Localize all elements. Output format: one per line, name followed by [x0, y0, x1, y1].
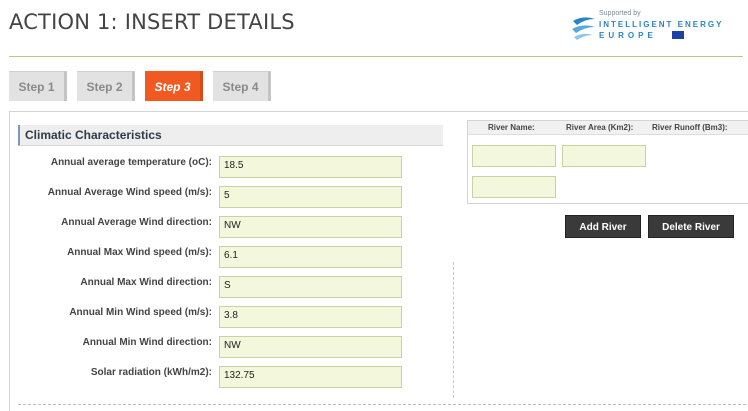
river-table-header: River Name: River Area (Km2): River Runo…	[468, 121, 748, 135]
river-name-cell[interactable]	[472, 145, 556, 167]
river-name-cell[interactable]	[472, 176, 556, 198]
solar-radiation-label: Solar radiation (kWh/m2):	[90, 367, 212, 378]
add-river-button[interactable]: Add River	[565, 215, 641, 238]
logo-supported-text: Supported by	[599, 10, 641, 17]
details-panel: Climatic Characteristics Annual average …	[9, 111, 748, 411]
logo-line2: EUROPE	[599, 31, 657, 40]
climatic-section-title: Climatic Characteristics	[25, 128, 162, 142]
min-wind-direction-input[interactable]: NW	[219, 336, 402, 358]
page-header: ACTION 1: INSERT DETAILS Supported by IN…	[0, 0, 748, 58]
avg-temperature-input[interactable]: 18.5	[219, 156, 402, 178]
logo-swirl-icon	[572, 17, 595, 40]
river-area-column-header: River Area (Km2):	[566, 123, 634, 132]
max-wind-speed-input[interactable]: 6.1	[219, 246, 402, 268]
river-area-cell[interactable]	[562, 145, 646, 167]
avg-wind-direction-input[interactable]: NW	[219, 216, 402, 238]
eu-flag-icon	[672, 31, 684, 39]
tab-step-1[interactable]: Step 1	[9, 71, 67, 101]
min-wind-speed-label: Annual Min Wind speed (m/s):	[69, 307, 212, 318]
max-wind-direction-input[interactable]: S	[219, 276, 402, 298]
avg-temperature-label: Annual average temperature (oC):	[50, 157, 212, 168]
max-wind-direction-label: Annual Max Wind direction:	[80, 277, 212, 288]
section-bottom-divider	[18, 404, 746, 405]
river-name-column-header: River Name:	[488, 123, 535, 132]
max-wind-speed-label: Annual Max Wind speed (m/s):	[67, 247, 212, 258]
tab-step-3[interactable]: Step 3	[145, 71, 203, 101]
river-runoff-column-header: River Runoff (Bm3):	[652, 123, 728, 132]
column-divider	[453, 262, 454, 398]
tab-step-2[interactable]: Step 2	[77, 71, 135, 101]
header-divider	[9, 56, 743, 57]
logo-line1: INTELLIGENT ENERGY	[599, 20, 724, 29]
solar-radiation-input[interactable]: 132.75	[219, 366, 402, 388]
river-table: River Name: River Area (Km2): River Runo…	[467, 120, 748, 204]
climatic-section-header: Climatic Characteristics	[18, 125, 443, 146]
delete-river-button[interactable]: Delete River	[648, 215, 734, 238]
min-wind-speed-input[interactable]: 3.8	[219, 306, 402, 328]
intelligent-energy-europe-logo: Supported by INTELLIGENT ENERGY EUROPE	[571, 9, 743, 43]
avg-wind-speed-input[interactable]: 5	[219, 186, 402, 208]
avg-wind-direction-label: Annual Average Wind direction:	[61, 217, 212, 228]
page-title: ACTION 1: INSERT DETAILS	[9, 10, 295, 34]
avg-wind-speed-label: Annual Average Wind speed (m/s):	[47, 187, 212, 198]
tab-step-4[interactable]: Step 4	[213, 71, 271, 101]
min-wind-direction-label: Annual Min Wind direction:	[82, 337, 212, 348]
